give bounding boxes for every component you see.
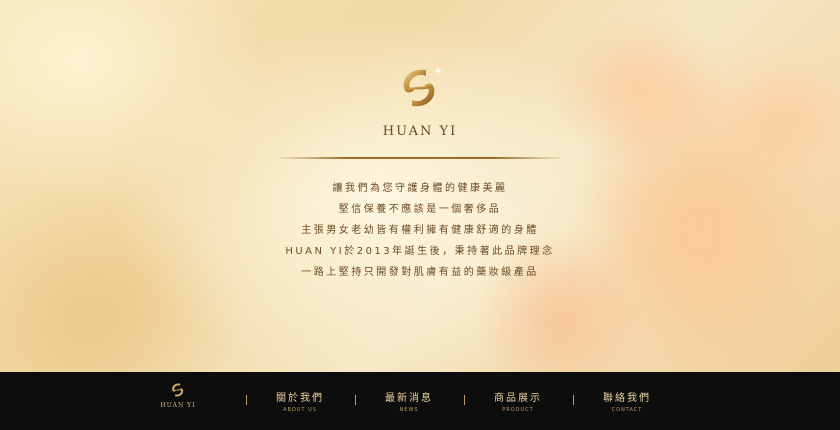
brand-logo[interactable]: HUAN YI bbox=[370, 60, 470, 139]
nav-separator bbox=[464, 395, 465, 405]
gold-divider bbox=[274, 157, 566, 159]
statement-line: HUAN YI於2013年誕生後，秉持著此品牌理念 bbox=[285, 246, 555, 257]
footer-logo[interactable]: HUAN YI bbox=[158, 380, 198, 409]
nav-label: 最新消息 bbox=[385, 393, 433, 404]
rose-decoration bbox=[590, 40, 710, 150]
rose-decoration bbox=[520, 270, 640, 370]
nav-sublabel: PRODUCT bbox=[502, 407, 534, 413]
huan-yi-logo-icon bbox=[172, 383, 184, 397]
statement-line: 讓我們為您守護身體的健康美麗 bbox=[332, 183, 508, 194]
footer-nav-bar: HUAN YI 關於我們 ABOUT US 最新消息 NEWS 商品展示 PRO… bbox=[0, 372, 840, 430]
statement-line: 主張男女老幼皆有權利擁有健康舒適的身體 bbox=[301, 225, 539, 236]
footer-brand-name: HUAN YI bbox=[160, 402, 196, 409]
rose-decoration bbox=[600, 150, 800, 330]
nav-label: 關於我們 bbox=[276, 393, 324, 404]
nav-separator bbox=[246, 395, 247, 405]
nav-contact[interactable]: 聯絡我們 CONTACT bbox=[592, 389, 662, 413]
hero-banner: HUAN YI 讓我們為您守護身體的健康美麗 堅信保養不應該是一個奢侈品 主張男… bbox=[0, 0, 840, 372]
nav-sublabel: NEWS bbox=[399, 407, 419, 413]
statement-line: 堅信保養不應該是一個奢侈品 bbox=[338, 204, 502, 215]
nav-sublabel: CONTACT bbox=[611, 407, 643, 413]
nav-label: 聯絡我們 bbox=[603, 393, 651, 404]
nav-about-us[interactable]: 關於我們 ABOUT US bbox=[265, 389, 335, 413]
statement-line: 一路上堅持只開發對肌膚有益的藥妝級產品 bbox=[301, 267, 539, 278]
nav-product[interactable]: 商品展示 PRODUCT bbox=[483, 389, 553, 413]
brand-name: HUAN YI bbox=[382, 124, 458, 139]
huan-yi-logo-icon bbox=[403, 66, 443, 107]
nav-separator bbox=[355, 395, 356, 405]
rose-decoration bbox=[730, 60, 840, 180]
nav-sublabel: ABOUT US bbox=[283, 407, 317, 413]
nav-separator bbox=[573, 395, 574, 405]
nav-news[interactable]: 最新消息 NEWS bbox=[374, 389, 444, 413]
brand-statement: 讓我們為您守護身體的健康美麗 堅信保養不應該是一個奢侈品 主張男女老幼皆有權利擁… bbox=[240, 178, 600, 283]
nav-label: 商品展示 bbox=[494, 393, 542, 404]
